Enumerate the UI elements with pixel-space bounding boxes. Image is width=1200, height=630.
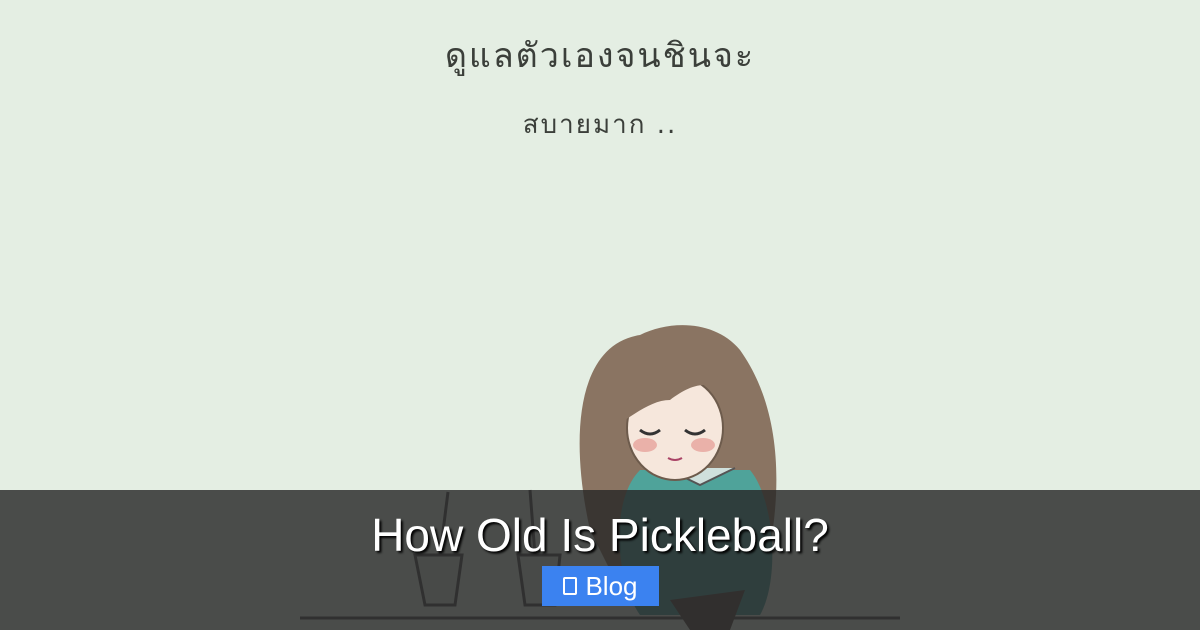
category-label: Blog [585, 570, 638, 601]
category-badge[interactable]: Blog [542, 566, 659, 606]
folder-icon [563, 577, 578, 595]
post-title[interactable]: How Old Is Pickleball? [0, 508, 1200, 562]
